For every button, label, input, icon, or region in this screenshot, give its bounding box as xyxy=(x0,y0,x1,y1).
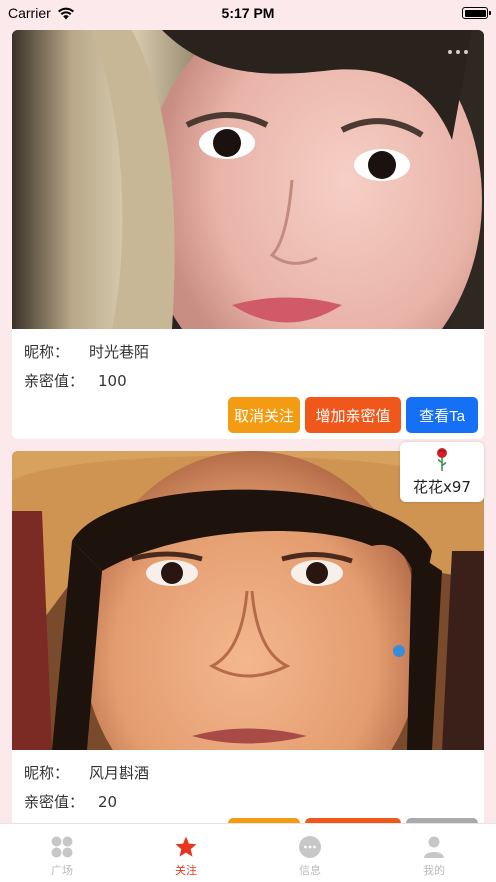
flower-badge[interactable]: 花花x97 xyxy=(400,442,484,502)
tab-follow[interactable]: 关注 xyxy=(124,824,248,882)
grid-icon xyxy=(51,836,73,858)
tab-mine[interactable]: 我的 xyxy=(372,824,496,882)
nickname-value: 时光巷陌 xyxy=(89,343,150,361)
tab-bar: 广场 关注 信息 我的 xyxy=(0,823,496,882)
status-left: Carrier xyxy=(8,5,75,21)
intimacy-value: 100 xyxy=(98,372,127,390)
carrier-label: Carrier xyxy=(8,5,51,21)
tab-label: 广场 xyxy=(51,864,73,877)
battery-icon xyxy=(462,7,491,19)
nickname-row: 昵称： 风月斟酒 xyxy=(24,760,472,789)
flower-count: 花花x97 xyxy=(413,477,471,496)
add-intimacy-button[interactable]: 增加亲密值 xyxy=(305,397,401,433)
star-icon xyxy=(175,836,197,857)
status-bar: Carrier 5:17 PM xyxy=(0,0,496,26)
rose-icon xyxy=(437,447,447,471)
intimacy-row: 亲密值： 100 xyxy=(24,368,472,397)
nickname-row: 昵称： 时光巷陌 xyxy=(24,339,472,368)
nickname-value: 风月斟酒 xyxy=(89,764,150,782)
profile-photo[interactable] xyxy=(12,30,484,329)
intimacy-value: 20 xyxy=(98,793,118,811)
view-profile-button[interactable]: 查看Ta xyxy=(406,397,478,433)
wifi-icon xyxy=(57,7,74,19)
tab-messages[interactable]: 信息 xyxy=(248,824,372,882)
tab-label: 关注 xyxy=(175,864,197,877)
tab-label: 信息 xyxy=(299,864,321,877)
unfollow-button[interactable]: 取消关注 xyxy=(228,397,300,433)
person-icon xyxy=(424,836,444,858)
intimacy-label: 亲密值： xyxy=(24,372,85,390)
card-info: 昵称： 时光巷陌 亲密值： 100 xyxy=(12,329,484,397)
intimacy-row: 亲密值： 20 xyxy=(24,789,472,818)
tab-label: 我的 xyxy=(423,864,445,877)
follow-card: 昵称： 时光巷陌 亲密值： 100 取消关注 增加亲密值 查看Ta xyxy=(12,30,484,439)
nickname-label: 昵称： xyxy=(24,343,70,361)
more-options-icon[interactable] xyxy=(448,50,468,54)
card-actions: 取消关注 增加亲密值 查看Ta xyxy=(12,397,484,439)
nickname-label: 昵称： xyxy=(24,764,70,782)
intimacy-label: 亲密值： xyxy=(24,793,85,811)
tab-plaza[interactable]: 广场 xyxy=(0,824,124,882)
follow-card: 昵称： 风月斟酒 亲密值： 20 xyxy=(12,451,484,860)
card-info: 昵称： 风月斟酒 亲密值： 20 xyxy=(12,750,484,818)
chat-icon xyxy=(299,836,321,858)
